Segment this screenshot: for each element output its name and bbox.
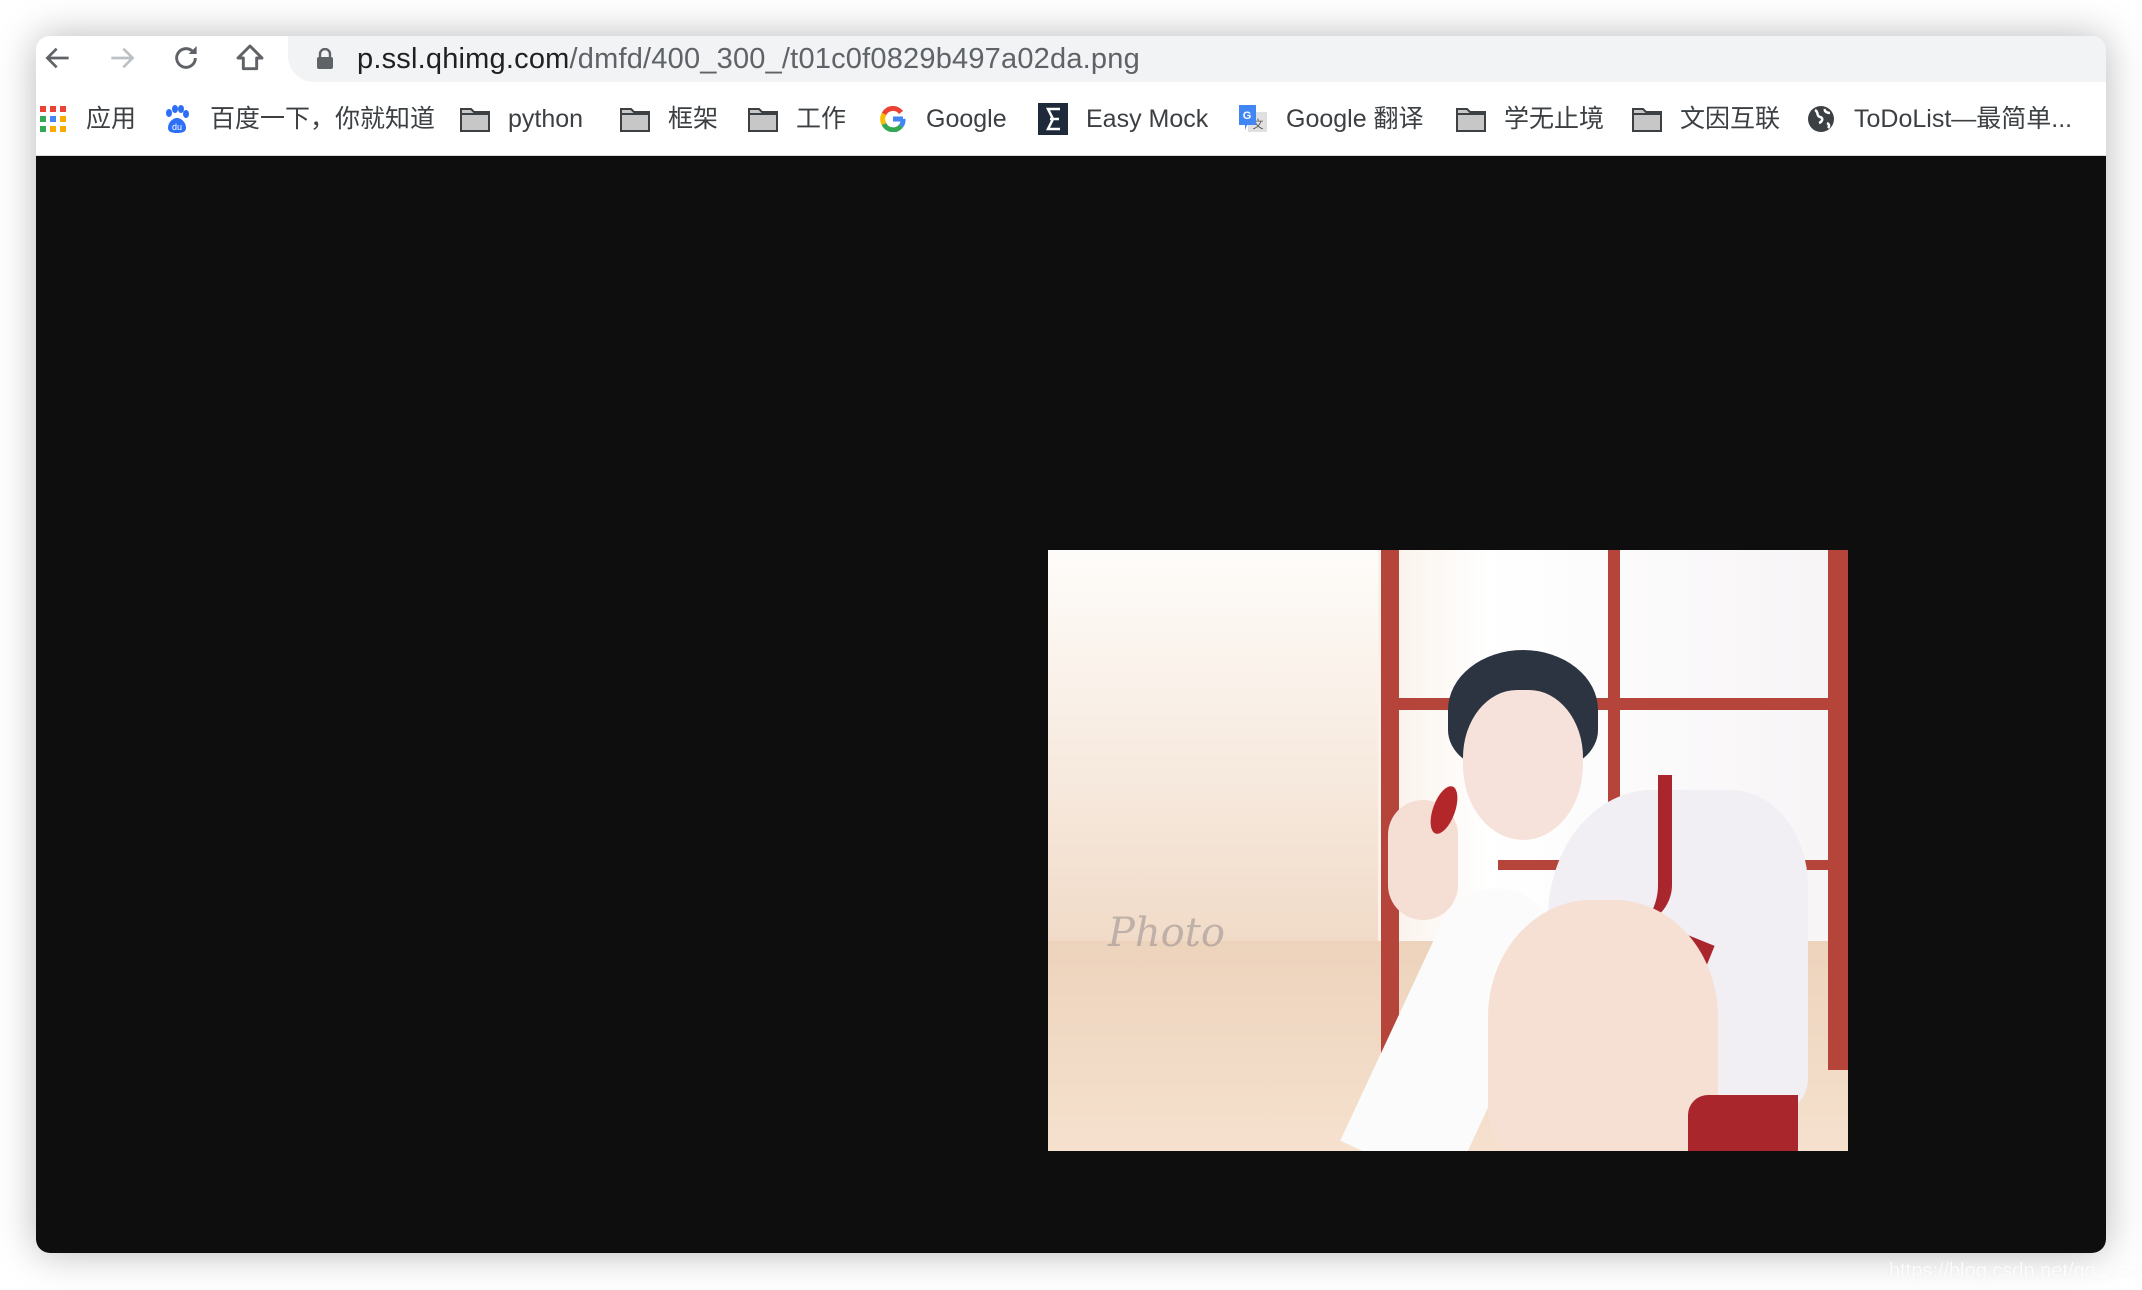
forward-button[interactable] <box>102 38 142 78</box>
back-button[interactable] <box>38 38 78 78</box>
svg-text:G: G <box>1243 110 1252 122</box>
bookmark-label: 文因互联 <box>1680 105 1781 133</box>
bookmark-label: ToDoList—最简单... <box>1854 105 2073 133</box>
folder-icon <box>1456 104 1486 134</box>
reload-icon <box>175 46 197 69</box>
arrow-left-icon <box>45 47 69 69</box>
bookmark-label: 工作 <box>796 105 847 133</box>
bookmark-label: 应用 <box>86 105 137 133</box>
reload-button[interactable] <box>166 38 206 78</box>
bookmark-label: Easy Mock <box>1086 105 1209 133</box>
bookmark-apps[interactable]: 应用 <box>38 101 136 137</box>
bookmark-folder-wenyin[interactable]: 文因互联 <box>1632 101 1780 137</box>
bookmark-easy-mock[interactable]: Easy Mock <box>1038 101 1208 137</box>
baidu-paw-icon: du <box>162 104 192 134</box>
apps-grid-icon <box>38 104 68 134</box>
home-icon <box>236 44 264 71</box>
displayed-image[interactable]: Photo <box>1048 550 1848 1151</box>
globe-icon <box>1806 104 1836 134</box>
bookmark-label: 框架 <box>668 105 719 133</box>
browser-toolbar: p.ssl.qhimg.com/dmfd/400_300_/t01c0f0829… <box>36 36 2106 82</box>
image-watermark: Photo <box>1108 910 1225 956</box>
folder-icon <box>1632 104 1662 134</box>
lock-icon <box>317 48 333 69</box>
bookmark-folder-frameworks[interactable]: 框架 <box>620 101 718 137</box>
address-bar[interactable]: p.ssl.qhimg.com/dmfd/400_300_/t01c0f0829… <box>288 36 2106 82</box>
folder-icon <box>748 104 778 134</box>
bookmarks-bar: 应用 du 百度一下，你就知道 python 框架 工作 Google Easy… <box>36 82 2106 156</box>
bookmark-folder-work[interactable]: 工作 <box>748 101 846 137</box>
bookmark-baidu[interactable]: du 百度一下，你就知道 <box>162 101 435 137</box>
folder-icon <box>460 104 490 134</box>
bookmark-google[interactable]: Google <box>878 101 1007 137</box>
url-text[interactable]: p.ssl.qhimg.com/dmfd/400_300_/t01c0f0829… <box>357 42 1140 76</box>
bookmark-folder-python[interactable]: python <box>460 101 583 137</box>
bookmark-label: 学无止境 <box>1504 105 1605 133</box>
google-g-icon <box>878 104 908 134</box>
arrow-right-icon <box>111 47 135 69</box>
bookmark-label: Google 翻译 <box>1286 105 1424 133</box>
bookmark-label: Google <box>926 105 1007 133</box>
url-host: p.ssl.qhimg.com <box>357 43 570 75</box>
page-content: Photo <box>36 156 2106 1253</box>
google-translate-icon: 文G <box>1238 104 1268 134</box>
bookmark-label: 百度一下，你就知道 <box>210 105 436 133</box>
bookmark-todolist[interactable]: ToDoList—最简单... <box>1806 101 2072 137</box>
bookmark-folder-learning[interactable]: 学无止境 <box>1456 101 1604 137</box>
page-watermark: https://blog.csdn.net/qq_3520858 <box>1889 1260 2142 1282</box>
svg-text:du: du <box>172 122 182 132</box>
bookmark-label: python <box>508 105 584 133</box>
browser-window: p.ssl.qhimg.com/dmfd/400_300_/t01c0f0829… <box>36 36 2106 1253</box>
bookmark-google-translate[interactable]: 文G Google 翻译 <box>1238 101 1424 137</box>
home-button[interactable] <box>230 38 270 78</box>
url-path: /dmfd/400_300_/t01c0f0829b497a02da.png <box>569 43 1140 75</box>
folder-icon <box>620 104 650 134</box>
easy-mock-icon <box>1038 103 1068 135</box>
